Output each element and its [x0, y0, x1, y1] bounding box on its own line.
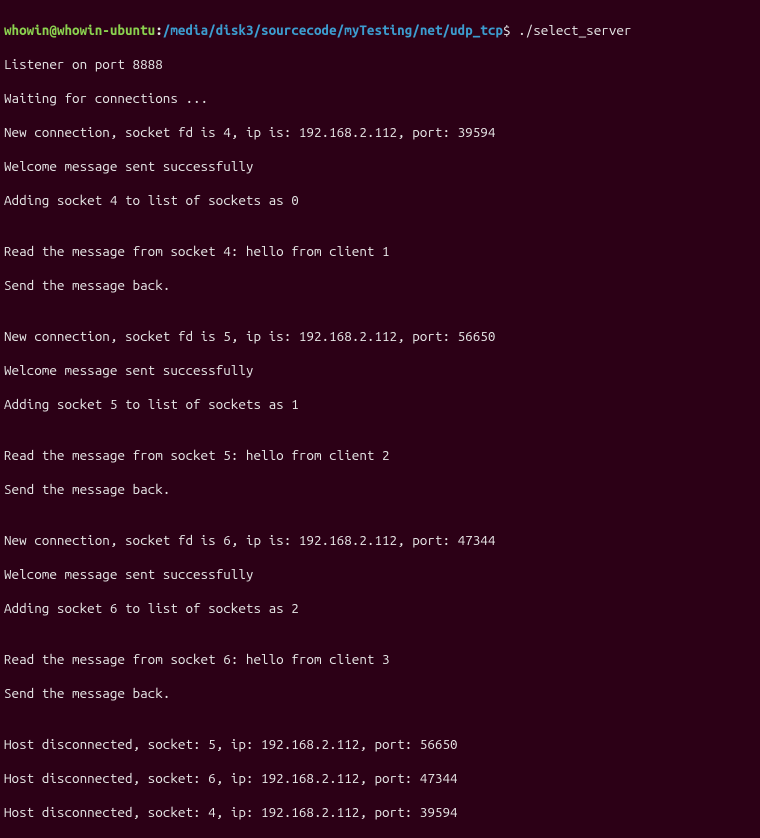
prompt-user: whowin [4, 22, 49, 38]
output-line: New connection, socket fd is 6, ip is: 1… [4, 532, 756, 549]
output-line: Welcome message sent successfully [4, 362, 756, 379]
output-line: Listener on port 8888 [4, 56, 756, 73]
output-line: Adding socket 4 to list of sockets as 0 [4, 192, 756, 209]
output-line: Read the message from socket 5: hello fr… [4, 447, 756, 464]
output-line: Host disconnected, socket: 6, ip: 192.16… [4, 770, 756, 787]
output-line: Adding socket 5 to list of sockets as 1 [4, 396, 756, 413]
output-line: Read the message from socket 4: hello fr… [4, 243, 756, 260]
prompt-path: /media/disk3/sourcecode/myTesting/net/ud… [163, 22, 503, 38]
output-line: Adding socket 6 to list of sockets as 2 [4, 600, 756, 617]
output-line: Send the message back. [4, 277, 756, 294]
prompt-dollar: $ [503, 22, 518, 38]
prompt-host: whowin-ubuntu [57, 22, 155, 38]
output-line: Host disconnected, socket: 4, ip: 192.16… [4, 804, 756, 821]
prompt-separator: : [155, 22, 163, 38]
output-line: New connection, socket fd is 4, ip is: 1… [4, 124, 756, 141]
output-line: Read the message from socket 6: hello fr… [4, 651, 756, 668]
output-line: New connection, socket fd is 5, ip is: 1… [4, 328, 756, 345]
output-line: Send the message back. [4, 481, 756, 498]
output-line: Welcome message sent successfully [4, 566, 756, 583]
output-line: Host disconnected, socket: 5, ip: 192.16… [4, 736, 756, 753]
output-line: Send the message back. [4, 685, 756, 702]
prompt-line: whowin@whowin-ubuntu:/media/disk3/source… [4, 22, 756, 39]
command-text: ./select_server [518, 22, 631, 38]
terminal-output[interactable]: whowin@whowin-ubuntu:/media/disk3/source… [4, 5, 756, 838]
prompt-at: @ [49, 22, 57, 38]
output-line: Welcome message sent successfully [4, 158, 756, 175]
output-line: Waiting for connections ... [4, 90, 756, 107]
